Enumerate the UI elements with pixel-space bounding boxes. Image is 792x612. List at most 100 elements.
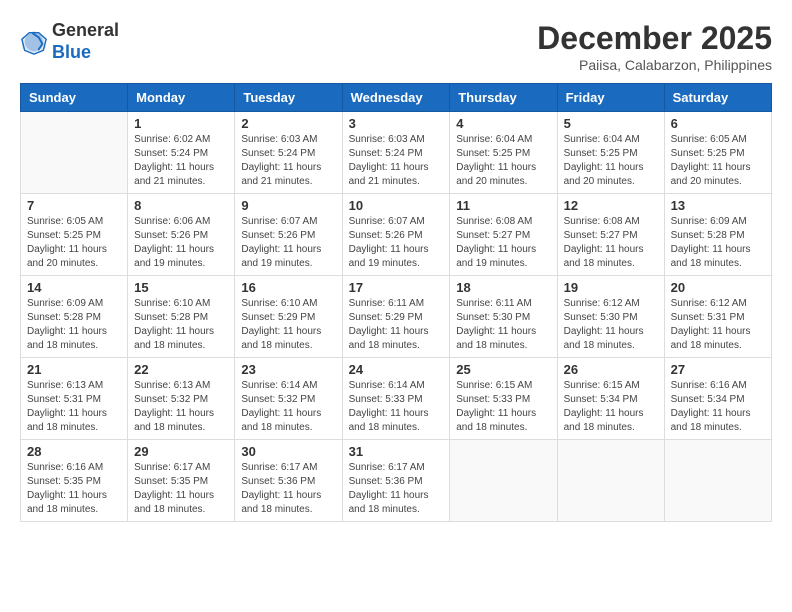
calendar-cell: 5Sunrise: 6:04 AMSunset: 5:25 PMDaylight… xyxy=(557,112,664,194)
day-info: Sunrise: 6:03 AMSunset: 5:24 PMDaylight:… xyxy=(241,133,335,189)
day-number: 2 xyxy=(241,116,335,131)
calendar-cell: 30 Sunrise: 6:17 AMSunset: 5:36 PMDayligh… xyxy=(235,440,342,522)
calendar-cell: 15 Sunrise: 6:10 AMSunset: 5:28 PMDayligh… xyxy=(128,276,235,358)
day-number: 31 xyxy=(349,444,444,459)
page-header: General Blue December 2025 Paiisa, Calab… xyxy=(20,20,772,73)
day-info: Sunrise: 6:15 AMSunset: 5:33 PMDaylight:… xyxy=(456,379,550,435)
day-number: 15 xyxy=(134,280,228,295)
calendar-cell xyxy=(664,440,771,522)
location: Paiisa, Calabarzon, Philippines xyxy=(537,57,772,73)
weekday-header-row: SundayMondayTuesdayWednesdayThursdayFrid… xyxy=(21,84,772,112)
day-info: Sunrise: 6:16 AMSunset: 5:34 PMDaylight:… xyxy=(671,379,765,435)
day-number: 14 xyxy=(27,280,121,295)
calendar-cell: 22 Sunrise: 6:13 AMSunset: 5:32 PMDayligh… xyxy=(128,358,235,440)
calendar-week-4: 21Sunrise: 6:13 AMSunset: 5:31 PMDayligh… xyxy=(21,358,772,440)
day-number: 1 xyxy=(134,116,228,131)
day-number: 25 xyxy=(456,362,550,377)
day-info: Sunrise: 6:08 AMSunset: 5:27 PMDaylight:… xyxy=(564,215,658,271)
logo-blue: Blue xyxy=(52,42,119,64)
day-info: Sunrise: 6:17 AMSunset: 5:36 PMDaylight:… xyxy=(349,461,444,517)
calendar-cell: 18 Sunrise: 6:11 AMSunset: 5:30 PMDayligh… xyxy=(450,276,557,358)
calendar-cell: 3 Sunrise: 6:03 AMSunset: 5:24 PMDaylight… xyxy=(342,112,450,194)
calendar-cell: 14 Sunrise: 6:09 AMSunset: 5:28 PMDayligh… xyxy=(21,276,128,358)
weekday-header-monday: Monday xyxy=(128,84,235,112)
day-number: 7 xyxy=(27,198,121,213)
day-number: 18 xyxy=(456,280,550,295)
calendar-cell: 29 Sunrise: 6:17 AMSunset: 5:35 PMDayligh… xyxy=(128,440,235,522)
day-info: Sunrise: 6:03 AMSunset: 5:24 PMDaylight:… xyxy=(349,133,444,189)
calendar-cell: 28 Sunrise: 6:16 AMSunset: 5:35 PMDayligh… xyxy=(21,440,128,522)
calendar-cell xyxy=(21,112,128,194)
day-info: Sunrise: 6:15 AMSunset: 5:34 PMDaylight:… xyxy=(564,379,658,435)
day-number: 30 xyxy=(241,444,335,459)
weekday-header-wednesday: Wednesday xyxy=(342,84,450,112)
day-info: Sunrise: 6:08 AMSunset: 5:27 PMDaylight:… xyxy=(456,215,550,271)
day-info: Sunrise: 6:10 AMSunset: 5:29 PMDaylight:… xyxy=(241,297,335,353)
day-info: Sunrise: 6:07 AMSunset: 5:26 PMDaylight:… xyxy=(241,215,335,271)
month-year: December 2025 xyxy=(537,20,772,57)
day-number: 5 xyxy=(564,116,658,131)
day-number: 17 xyxy=(349,280,444,295)
title-block: December 2025 Paiisa, Calabarzon, Philip… xyxy=(537,20,772,73)
day-number: 24 xyxy=(349,362,444,377)
calendar-cell: 2 Sunrise: 6:03 AMSunset: 5:24 PMDaylight… xyxy=(235,112,342,194)
day-number: 4 xyxy=(456,116,550,131)
calendar-cell: 7Sunrise: 6:05 AMSunset: 5:25 PMDaylight… xyxy=(21,194,128,276)
logo-general: General xyxy=(52,20,119,42)
day-info: Sunrise: 6:05 AMSunset: 5:25 PMDaylight:… xyxy=(671,133,765,189)
day-number: 3 xyxy=(349,116,444,131)
day-number: 13 xyxy=(671,198,765,213)
day-number: 9 xyxy=(241,198,335,213)
calendar-week-2: 7Sunrise: 6:05 AMSunset: 5:25 PMDaylight… xyxy=(21,194,772,276)
day-number: 22 xyxy=(134,362,228,377)
day-number: 11 xyxy=(456,198,550,213)
calendar-cell xyxy=(450,440,557,522)
calendar-cell: 8Sunrise: 6:06 AMSunset: 5:26 PMDaylight… xyxy=(128,194,235,276)
logo-text: General Blue xyxy=(52,20,119,63)
day-info: Sunrise: 6:10 AMSunset: 5:28 PMDaylight:… xyxy=(134,297,228,353)
weekday-header-friday: Friday xyxy=(557,84,664,112)
day-number: 26 xyxy=(564,362,658,377)
calendar-week-3: 14 Sunrise: 6:09 AMSunset: 5:28 PMDayligh… xyxy=(21,276,772,358)
day-info: Sunrise: 6:07 AMSunset: 5:26 PMDaylight:… xyxy=(349,215,444,271)
day-number: 12 xyxy=(564,198,658,213)
day-info: Sunrise: 6:13 AMSunset: 5:32 PMDaylight:… xyxy=(134,379,228,435)
calendar-week-1: 1 Sunrise: 6:02 AMSunset: 5:24 PMDaylight… xyxy=(21,112,772,194)
day-number: 6 xyxy=(671,116,765,131)
calendar-table: SundayMondayTuesdayWednesdayThursdayFrid… xyxy=(20,83,772,522)
day-info: Sunrise: 6:06 AMSunset: 5:26 PMDaylight:… xyxy=(134,215,228,271)
day-number: 16 xyxy=(241,280,335,295)
logo-icon xyxy=(20,28,48,56)
day-number: 28 xyxy=(27,444,121,459)
day-number: 23 xyxy=(241,362,335,377)
day-info: Sunrise: 6:11 AMSunset: 5:30 PMDaylight:… xyxy=(456,297,550,353)
day-info: Sunrise: 6:14 AMSunset: 5:32 PMDaylight:… xyxy=(241,379,335,435)
calendar-cell: 24 Sunrise: 6:14 AMSunset: 5:33 PMDayligh… xyxy=(342,358,450,440)
day-info: Sunrise: 6:09 AMSunset: 5:28 PMDaylight:… xyxy=(671,215,765,271)
day-info: Sunrise: 6:14 AMSunset: 5:33 PMDaylight:… xyxy=(349,379,444,435)
day-info: Sunrise: 6:17 AMSunset: 5:35 PMDaylight:… xyxy=(134,461,228,517)
day-info: Sunrise: 6:09 AMSunset: 5:28 PMDaylight:… xyxy=(27,297,121,353)
calendar-cell: 23 Sunrise: 6:14 AMSunset: 5:32 PMDayligh… xyxy=(235,358,342,440)
calendar-cell: 16 Sunrise: 6:10 AMSunset: 5:29 PMDayligh… xyxy=(235,276,342,358)
calendar-cell: 9 Sunrise: 6:07 AMSunset: 5:26 PMDaylight… xyxy=(235,194,342,276)
calendar-cell: 17Sunrise: 6:11 AMSunset: 5:29 PMDayligh… xyxy=(342,276,450,358)
calendar-cell: 6 Sunrise: 6:05 AMSunset: 5:25 PMDaylight… xyxy=(664,112,771,194)
calendar-cell xyxy=(557,440,664,522)
calendar-cell: 1 Sunrise: 6:02 AMSunset: 5:24 PMDaylight… xyxy=(128,112,235,194)
weekday-header-sunday: Sunday xyxy=(21,84,128,112)
calendar-cell: 21Sunrise: 6:13 AMSunset: 5:31 PMDayligh… xyxy=(21,358,128,440)
day-info: Sunrise: 6:02 AMSunset: 5:24 PMDaylight:… xyxy=(134,133,228,189)
day-info: Sunrise: 6:12 AMSunset: 5:30 PMDaylight:… xyxy=(564,297,658,353)
day-number: 19 xyxy=(564,280,658,295)
logo: General Blue xyxy=(20,20,119,63)
calendar-cell: 27Sunrise: 6:16 AMSunset: 5:34 PMDayligh… xyxy=(664,358,771,440)
day-number: 29 xyxy=(134,444,228,459)
calendar-cell: 31 Sunrise: 6:17 AMSunset: 5:36 PMDayligh… xyxy=(342,440,450,522)
day-number: 10 xyxy=(349,198,444,213)
calendar-cell: 19 Sunrise: 6:12 AMSunset: 5:30 PMDayligh… xyxy=(557,276,664,358)
day-info: Sunrise: 6:17 AMSunset: 5:36 PMDaylight:… xyxy=(241,461,335,517)
calendar-cell: 12 Sunrise: 6:08 AMSunset: 5:27 PMDayligh… xyxy=(557,194,664,276)
day-info: Sunrise: 6:16 AMSunset: 5:35 PMDaylight:… xyxy=(27,461,121,517)
day-info: Sunrise: 6:04 AMSunset: 5:25 PMDaylight:… xyxy=(456,133,550,189)
